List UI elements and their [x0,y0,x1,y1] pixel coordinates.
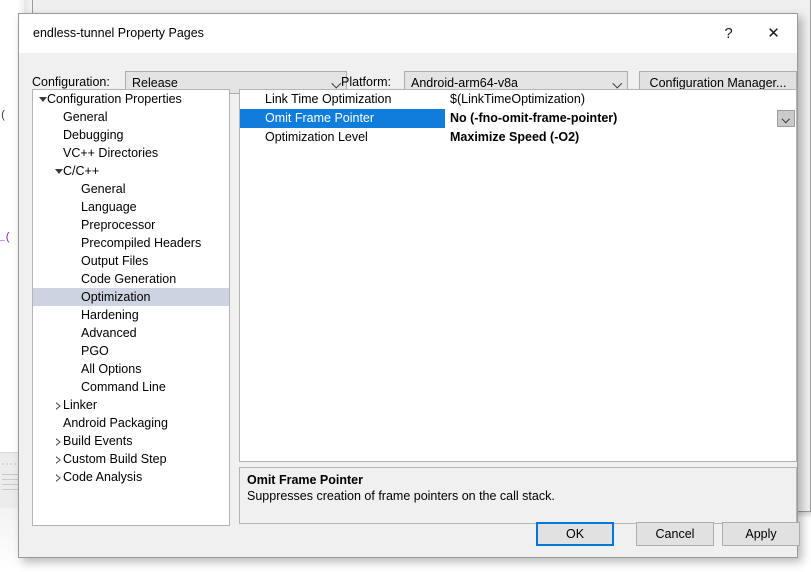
tree-item-label: Hardening [81,306,139,324]
property-pages-dialog: endless-tunnel Property Pages ? ✕ Config… [18,13,798,558]
tree-item-label: Build Events [63,432,132,450]
tree-item-label: Debugging [63,126,123,144]
tree-item[interactable]: Preprocessor [33,216,229,234]
tree-item[interactable]: All Options [33,360,229,378]
tree-item-label: General [63,108,107,126]
tree-item-label: Code Generation [81,270,176,288]
tree-item[interactable]: Android Packaging [33,414,229,432]
property-value[interactable]: $(LinkTimeOptimization) [448,90,796,109]
chevron-down-icon [609,80,627,85]
tree-item[interactable]: Precompiled Headers [33,234,229,252]
description-title: Omit Frame Pointer [247,473,789,487]
tree-item[interactable]: Debugging [33,126,229,144]
dialog-title: endless-tunnel Property Pages [33,26,204,40]
property-grid[interactable]: Link Time Optimization$(LinkTimeOptimiza… [239,89,797,462]
close-icon: ✕ [767,26,780,41]
description-panel: Omit Frame Pointer Suppresses creation o… [239,467,797,524]
platform-label: Platform: [341,75,391,89]
tree-item-label: Advanced [81,324,137,342]
tree-item-label: Custom Build Step [63,450,167,468]
tree-item-label: Preprocessor [81,216,155,234]
expander-open-icon[interactable] [39,96,47,104]
property-name: Omit Frame Pointer [240,109,445,128]
tree-item-label: All Options [81,360,141,378]
tree-item[interactable]: Command Line [33,378,229,396]
dialog-titlebar: endless-tunnel Property Pages ? ✕ [19,14,797,53]
chevron-down-icon [783,117,790,121]
tree-item-label: General [81,180,125,198]
configuration-value: Release [126,76,328,90]
tree-item[interactable]: Linker [33,396,229,414]
tree-item-label: Configuration Properties [47,90,182,108]
configuration-label: Configuration: [32,75,110,89]
configuration-tree[interactable]: Configuration PropertiesGeneralDebugging… [32,89,230,526]
tree-item-label: Language [81,198,137,216]
expander-closed-icon[interactable] [55,402,63,410]
tree-item[interactable]: Language [33,198,229,216]
tree-item-label: Precompiled Headers [81,234,201,252]
tree-item[interactable]: Output Files [33,252,229,270]
tree-item[interactable]: Code Analysis [33,468,229,486]
apply-button[interactable]: Apply [722,522,800,546]
platform-value: Android-arm64-v8a [405,76,609,90]
tree-item[interactable]: General [33,108,229,126]
tree-item-label: VC++ Directories [63,144,158,162]
ok-button[interactable]: OK [536,522,614,546]
property-row[interactable]: Omit Frame PointerNo (-fno-omit-frame-po… [240,109,796,128]
property-name: Link Time Optimization [240,90,445,109]
question-mark-icon: ? [724,26,732,41]
property-row[interactable]: Optimization LevelMaximize Speed (-O2) [240,128,796,147]
tree-item[interactable]: Custom Build Step [33,450,229,468]
tree-item[interactable]: Configuration Properties [33,90,229,108]
expander-closed-icon[interactable] [55,474,63,482]
description-body: Suppresses creation of frame pointers on… [247,489,789,503]
cancel-button[interactable]: Cancel [636,522,714,546]
help-button[interactable]: ? [706,14,751,52]
tree-item-label: PGO [81,342,109,360]
expander-closed-icon[interactable] [55,438,63,446]
property-value[interactable]: No (-fno-omit-frame-pointer) [448,109,796,128]
property-value[interactable]: Maximize Speed (-O2) [448,128,796,147]
tree-item-label: C/C++ [63,162,99,180]
property-row[interactable]: Link Time Optimization$(LinkTimeOptimiza… [240,90,796,109]
tree-item[interactable]: Advanced [33,324,229,342]
tree-item-label: Code Analysis [63,468,142,486]
tree-item[interactable]: VC++ Directories [33,144,229,162]
tree-item[interactable]: General [33,180,229,198]
tree-item[interactable]: C/C++ [33,162,229,180]
tree-item-label: Command Line [81,378,166,396]
tree-item[interactable]: PGO [33,342,229,360]
tree-item-label: Android Packaging [63,414,168,432]
tree-item[interactable]: Build Events [33,432,229,450]
expander-open-icon[interactable] [55,168,63,176]
property-name: Optimization Level [240,128,445,147]
tree-item[interactable]: Hardening [33,306,229,324]
tree-item-label: Linker [63,396,97,414]
close-button[interactable]: ✕ [751,14,796,52]
background-code-fragment-1: ( [0,110,7,122]
background-code-fragment-2: _( [0,232,11,244]
tree-item[interactable]: Optimization [33,288,229,306]
expander-closed-icon[interactable] [55,456,63,464]
tree-item-label: Output Files [81,252,148,270]
tree-item[interactable]: Code Generation [33,270,229,288]
property-value-dropdown-button[interactable] [777,110,795,127]
tree-item-label: Optimization [81,288,150,306]
